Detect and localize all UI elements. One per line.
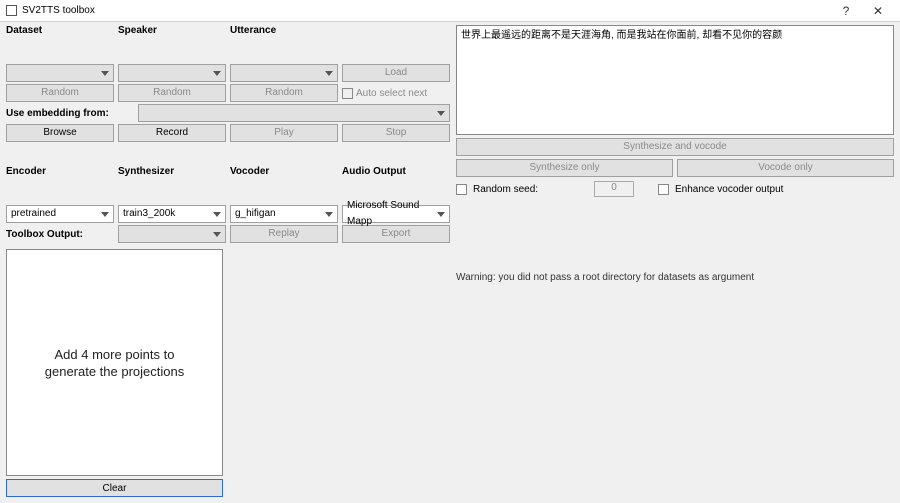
chevron-down-icon — [101, 71, 109, 76]
random-seed-input[interactable]: 0 — [594, 181, 634, 197]
window-title: SV2TTS toolbox — [22, 5, 830, 16]
utterance-combo[interactable] — [230, 64, 338, 82]
random-utterance-button[interactable]: Random — [230, 84, 338, 102]
close-button[interactable]: ✕ — [862, 1, 894, 21]
random-dataset-button[interactable]: Random — [6, 84, 114, 102]
enhance-vocoder-label: Enhance vocoder output — [675, 184, 783, 195]
synthesizer-combo[interactable]: train3_200k — [118, 205, 226, 223]
right-panel: 世界上最遥远的距离不是天涯海角, 而是我站在你面前, 却看不见你的容颜 Synt… — [456, 25, 894, 497]
chevron-down-icon — [213, 212, 221, 217]
chevron-down-icon — [101, 212, 109, 217]
app-icon — [6, 5, 17, 16]
auto-select-next-label: Auto select next — [356, 88, 427, 99]
titlebar: SV2TTS toolbox ? ✕ — [0, 0, 900, 22]
audio-output-value: Microsoft Sound Mapp — [347, 198, 433, 230]
synthesize-only-button[interactable]: Synthesize only — [456, 159, 673, 177]
label-dataset: Dataset — [6, 25, 114, 36]
chevron-down-icon — [213, 232, 221, 237]
synthesize-and-vocode-button[interactable]: Synthesize and vocode — [456, 138, 894, 156]
dataset-combo[interactable] — [6, 64, 114, 82]
label-audio-output: Audio Output — [342, 166, 450, 177]
stop-button[interactable]: Stop — [342, 124, 450, 142]
chevron-down-icon — [325, 71, 333, 76]
warning-text: Warning: you did not pass a root directo… — [456, 272, 894, 283]
use-embedding-from-label: Use embedding from: — [6, 104, 134, 122]
label-encoder: Encoder — [6, 166, 114, 177]
play-button[interactable]: Play — [230, 124, 338, 142]
load-button[interactable]: Load — [342, 64, 450, 82]
encoder-value: pretrained — [11, 206, 56, 222]
enhance-vocoder-checkbox[interactable] — [658, 184, 669, 195]
encoder-combo[interactable]: pretrained — [6, 205, 114, 223]
audio-output-combo[interactable]: Microsoft Sound Mapp — [342, 205, 450, 223]
projection-canvas: Add 4 more points to generate the projec… — [6, 249, 223, 476]
random-speaker-button[interactable]: Random — [118, 84, 226, 102]
toolbox-output-label: Toolbox Output: — [6, 225, 114, 243]
chevron-down-icon — [213, 71, 221, 76]
vocode-only-button[interactable]: Vocode only — [677, 159, 894, 177]
chevron-down-icon — [437, 212, 445, 217]
toolbox-output-combo[interactable] — [118, 225, 226, 243]
chevron-down-icon — [437, 111, 445, 116]
projection-hint: Add 4 more points to generate the projec… — [45, 346, 184, 380]
auto-select-next-checkbox[interactable] — [342, 88, 353, 99]
label-speaker: Speaker — [118, 25, 226, 36]
random-seed-label: Random seed: — [473, 184, 591, 195]
vocoder-combo[interactable]: g_hifigan — [230, 205, 338, 223]
label-synthesizer: Synthesizer — [118, 166, 226, 177]
record-button[interactable]: Record — [118, 124, 226, 142]
browse-button[interactable]: Browse — [6, 124, 114, 142]
speaker-combo[interactable] — [118, 64, 226, 82]
left-panel: Dataset Speaker Utterance Load Random Ra… — [6, 25, 450, 497]
client-area: Dataset Speaker Utterance Load Random Ra… — [0, 22, 900, 503]
replay-button[interactable]: Replay — [230, 225, 338, 243]
help-button[interactable]: ? — [830, 1, 862, 21]
label-utterance: Utterance — [230, 25, 338, 36]
vocoder-value: g_hifigan — [235, 206, 276, 222]
chevron-down-icon — [325, 212, 333, 217]
random-seed-checkbox[interactable] — [456, 184, 467, 195]
clear-button[interactable]: Clear — [6, 479, 223, 497]
label-vocoder: Vocoder — [230, 166, 338, 177]
text-input-content: 世界上最遥远的距离不是天涯海角, 而是我站在你面前, 却看不见你的容颜 — [461, 30, 782, 41]
text-input[interactable]: 世界上最遥远的距离不是天涯海角, 而是我站在你面前, 却看不见你的容颜 — [456, 25, 894, 135]
auto-select-next-wrap: Auto select next — [342, 84, 450, 102]
synthesizer-value: train3_200k — [123, 206, 175, 222]
embedding-combo[interactable] — [138, 104, 450, 122]
